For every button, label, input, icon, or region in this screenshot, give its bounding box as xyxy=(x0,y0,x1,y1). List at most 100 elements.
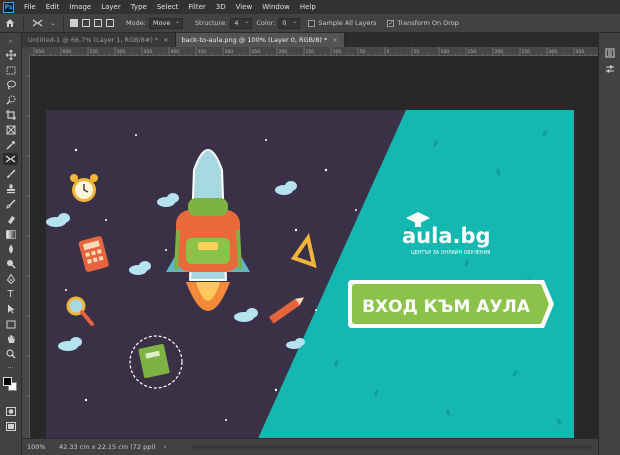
ruler-tick-label: 450 xyxy=(144,49,153,55)
menu-type[interactable]: Type xyxy=(126,0,152,14)
ruler-tick-label: 150 xyxy=(468,49,477,55)
tab-untitled-1[interactable]: Untitled-1 @ 66.7% (Layer 1, RGB/8#) * × xyxy=(22,33,176,47)
menu-select[interactable]: Select xyxy=(152,0,184,14)
menu-image[interactable]: Image xyxy=(64,0,96,14)
banner-artwork: aula.bg ЦЕНТЪР ЗА ОНЛАЙН ОБУЧЕНИЯ ВХОД К… xyxy=(46,110,574,438)
marquee-tool-icon[interactable] xyxy=(3,64,18,76)
ruler-tick-label: 500 xyxy=(117,49,126,55)
tool-preset-dropdown-icon[interactable]: ⌄ xyxy=(50,17,56,30)
toolbox-collapse-icon[interactable]: » xyxy=(3,35,18,47)
menu-filter[interactable]: Filter xyxy=(183,0,210,14)
sample-all-layers-checkbox[interactable] xyxy=(308,19,316,27)
new-selection-icon[interactable] xyxy=(70,19,78,27)
intersect-selection-icon[interactable] xyxy=(106,19,114,27)
status-bar: 100% 42.33 cm x 22.15 cm (72 ppi) › xyxy=(22,438,598,455)
right-panel-dock xyxy=(598,33,620,455)
logo-tagline: ЦЕНТЪР ЗА ОНЛАЙН ОБУЧЕНИЯ xyxy=(411,249,490,256)
transform-on-drop-label: Transform On Drop xyxy=(397,19,459,27)
horizontal-scrollbar[interactable] xyxy=(192,445,592,449)
ruler-tick-label: 400 xyxy=(171,49,180,55)
color-select[interactable]: 0 xyxy=(278,17,301,29)
tab-label: back-to-aula.png @ 100% (Layer 0, RGB/8)… xyxy=(181,36,328,44)
adjustments-panel-icon[interactable] xyxy=(604,63,616,75)
vertical-ruler[interactable] xyxy=(22,56,30,438)
move-tool-icon[interactable] xyxy=(3,49,18,61)
home-icon[interactable] xyxy=(3,17,16,30)
ruler-tick-label: 200 xyxy=(495,49,504,55)
ruler-tick-label: 100 xyxy=(333,49,342,55)
ruler-origin[interactable] xyxy=(22,47,30,56)
document-info: 42.33 cm x 22.15 cm (72 ppi) xyxy=(59,443,156,451)
history-brush-tool-icon[interactable] xyxy=(3,198,18,210)
ruler-tick-label: 300 xyxy=(549,49,558,55)
cta-button[interactable]: ВХОД КЪМ АУЛА xyxy=(348,280,554,328)
clone-stamp-tool-icon[interactable] xyxy=(3,183,18,195)
hand-tool-icon[interactable] xyxy=(3,333,18,345)
type-tool-icon[interactable]: T xyxy=(3,288,18,300)
ruler-tick-label: 300 xyxy=(225,49,234,55)
menu-file[interactable]: File xyxy=(19,0,41,14)
pen-tool-icon[interactable] xyxy=(3,273,18,285)
menu-view[interactable]: View xyxy=(231,0,258,14)
horizontal-ruler[interactable]: 650 600 550 500 450 400 350 300 250 200 150 100 50 0 5… xyxy=(30,47,598,56)
ruler-tick-label: 200 xyxy=(279,49,288,55)
rectangle-tool-icon[interactable] xyxy=(3,318,18,330)
lasso-tool-icon[interactable] xyxy=(3,79,18,91)
menu-3d[interactable]: 3D xyxy=(211,0,231,14)
ruler-tick-label: 100 xyxy=(441,49,450,55)
color-label: Color: xyxy=(256,19,276,27)
transform-on-drop-checkbox[interactable]: ✓ xyxy=(387,19,395,27)
zoom-tool-icon[interactable] xyxy=(3,348,18,360)
ruler-tick-label: 350 xyxy=(576,49,585,55)
logo-brand: aula.bg xyxy=(402,224,491,248)
document-canvas[interactable]: aula.bg ЦЕНТЪР ЗА ОНЛАЙН ОБУЧЕНИЯ ВХОД К… xyxy=(46,110,574,438)
ruler-tick-label: 350 xyxy=(198,49,207,55)
document-workspace[interactable]: aula.bg ЦЕНТЪР ЗА ОНЛАЙН ОБУЧЕНИЯ ВХОД К… xyxy=(30,56,598,438)
menu-edit[interactable]: Edit xyxy=(41,0,65,14)
ruler-tick-label: 600 xyxy=(63,49,72,55)
photoshop-logo-icon[interactable]: Ps xyxy=(3,1,14,13)
mode-label: Mode: xyxy=(126,19,146,27)
menu-help[interactable]: Help xyxy=(295,0,321,14)
ruler-tick-label: 550 xyxy=(90,49,99,55)
foreground-color-swatch[interactable] xyxy=(3,377,12,386)
add-to-selection-icon[interactable] xyxy=(82,19,90,27)
subtract-from-selection-icon[interactable] xyxy=(94,19,102,27)
screen-mode-icon[interactable] xyxy=(3,420,18,432)
cta-label: ВХОД КЪМ АУЛА xyxy=(362,297,531,317)
frame-tool-icon[interactable] xyxy=(3,124,18,136)
quick-selection-tool-icon[interactable] xyxy=(3,94,18,106)
ruler-tick-label: 50 xyxy=(414,49,420,55)
crop-tool-icon[interactable] xyxy=(3,109,18,121)
content-aware-move-tool-icon[interactable] xyxy=(3,153,18,165)
ruler-tick-label: 150 xyxy=(306,49,315,55)
gradient-tool-icon[interactable] xyxy=(3,228,18,240)
path-selection-tool-icon[interactable] xyxy=(3,303,18,315)
blur-tool-icon[interactable] xyxy=(3,243,18,255)
separator xyxy=(23,16,24,30)
menu-layer[interactable]: Layer xyxy=(96,0,126,14)
structure-select[interactable]: 4 xyxy=(230,17,253,29)
menu-bar: Ps File Edit Image Layer Type Select Fil… xyxy=(0,0,620,14)
ruler-tick-label: 250 xyxy=(252,49,261,55)
eraser-tool-icon[interactable] xyxy=(3,213,18,225)
eyedropper-tool-icon[interactable] xyxy=(3,139,18,151)
tab-back-to-aula[interactable]: back-to-aula.png @ 100% (Layer 0, RGB/8)… xyxy=(175,33,345,47)
status-menu-arrow[interactable]: › xyxy=(164,443,167,451)
quick-mask-icon[interactable] xyxy=(3,405,18,417)
zoom-level-field[interactable]: 100% xyxy=(25,442,55,453)
menu-window[interactable]: Window xyxy=(257,0,295,14)
edit-toolbar-icon[interactable]: ··· xyxy=(3,362,18,374)
document-tab-bar: Untitled-1 @ 66.7% (Layer 1, RGB/8#) * ×… xyxy=(22,33,598,47)
structure-label: Structure: xyxy=(194,19,228,27)
mode-select[interactable]: Move xyxy=(148,17,183,29)
content-aware-move-icon[interactable] xyxy=(31,17,44,30)
ruler-tick-label: 0 xyxy=(387,49,390,55)
history-panel-icon[interactable] xyxy=(604,47,616,59)
close-icon[interactable]: × xyxy=(332,36,337,44)
options-bar: ⌄ Mode: Move Structure: 4 Color: 0 Sampl… xyxy=(0,14,620,33)
dodge-tool-icon[interactable] xyxy=(3,258,18,270)
close-icon[interactable]: × xyxy=(163,36,168,44)
ruler-tick-label: 650 xyxy=(36,49,45,55)
brush-tool-icon[interactable] xyxy=(3,168,18,180)
